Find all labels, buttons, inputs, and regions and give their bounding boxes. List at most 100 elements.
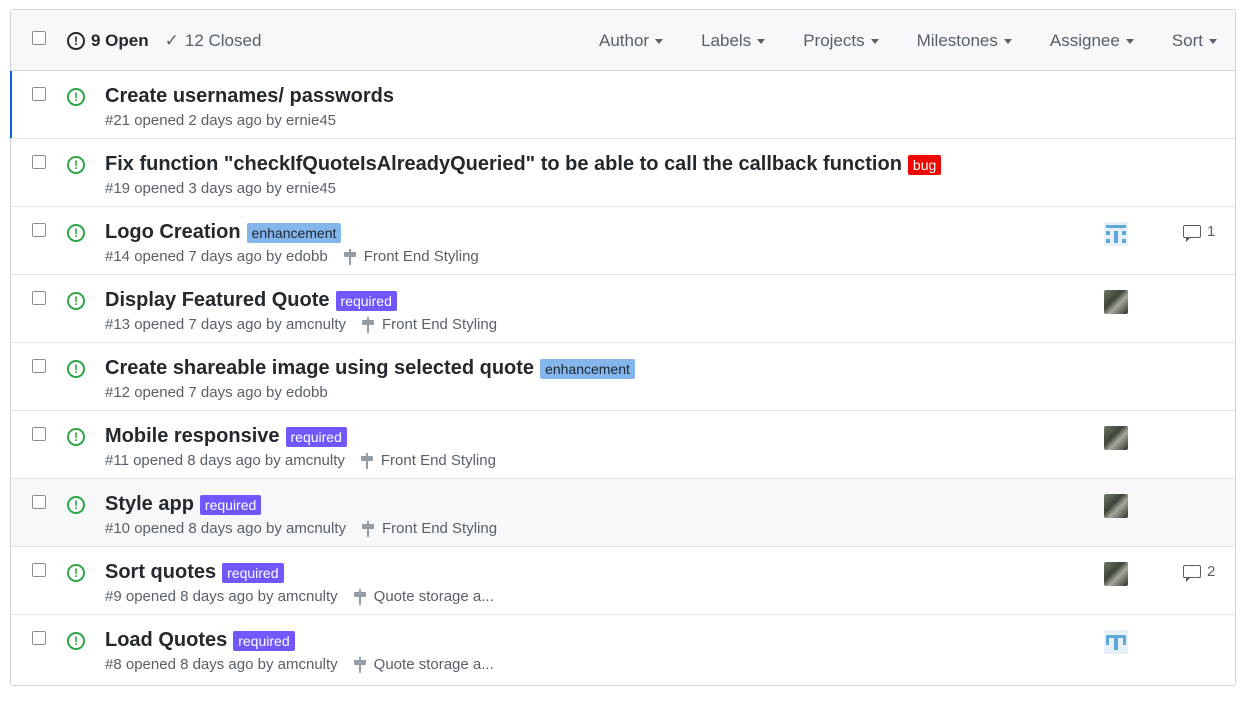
- comment-count: 2: [1207, 563, 1216, 580]
- assignee-filter[interactable]: Assignee: [1050, 31, 1134, 51]
- label-enhancement[interactable]: enhancement: [540, 358, 635, 379]
- milestone-icon: [353, 656, 366, 673]
- comments-link[interactable]: 1: [1183, 223, 1216, 242]
- caret-down-icon: [655, 38, 664, 44]
- caret-down-icon: [757, 38, 766, 44]
- milestone-label: Front End Styling: [382, 316, 498, 333]
- issue-checkbox[interactable]: [32, 495, 46, 509]
- issue-row[interactable]: ! Load Quotes required #8 opened 8 days …: [11, 615, 1235, 685]
- issue-row[interactable]: ! Display Featured Quote required #13 op…: [11, 275, 1235, 343]
- issue-row[interactable]: ! Mobile responsive required #11 opened …: [11, 411, 1235, 479]
- issue-title-link[interactable]: Create usernames/ passwords: [105, 85, 394, 108]
- issue-opened-icon: !: [67, 156, 85, 174]
- issue-row[interactable]: ! Sort quotes required #9 opened 8 days …: [11, 547, 1235, 615]
- issue-row[interactable]: ! Style app required #10 opened 8 days a…: [11, 479, 1235, 547]
- milestone-link[interactable]: Quote storage a...: [353, 656, 494, 673]
- milestone-link[interactable]: Front End Styling: [343, 248, 479, 265]
- issue-opened-icon: !: [67, 224, 85, 242]
- closed-issues-tab[interactable]: ✓ 12 Closed: [165, 31, 262, 51]
- check-icon: ✓: [164, 31, 179, 50]
- milestones-filter[interactable]: Milestones: [917, 31, 1012, 51]
- issue-checkbox[interactable]: [32, 359, 46, 373]
- issue-title-link[interactable]: Style app: [105, 493, 194, 516]
- label-enhancement[interactable]: enhancement: [246, 222, 342, 243]
- issue-title-link[interactable]: Load Quotes: [105, 629, 227, 652]
- milestone-link[interactable]: Front End Styling: [362, 316, 497, 333]
- assignee-avatar[interactable]: [1104, 630, 1128, 654]
- assignee-avatar[interactable]: [1104, 222, 1128, 246]
- issue-title-link[interactable]: Sort quotes: [105, 561, 216, 584]
- milestone-label: Quote storage a...: [373, 588, 494, 605]
- projects-filter[interactable]: Projects: [803, 31, 879, 51]
- issue-meta: #19 opened 3 days ago by ernie45: [105, 180, 337, 197]
- issue-title-link[interactable]: Fix function "checkIfQuoteIsAlreadyQueri…: [105, 153, 902, 176]
- labels-filter[interactable]: Labels: [701, 31, 766, 51]
- issue-title-link[interactable]: Logo Creation: [105, 221, 241, 244]
- assignee-avatar[interactable]: [1104, 290, 1128, 314]
- closed-count-label: 12 Closed: [184, 31, 262, 50]
- milestone-icon: [362, 316, 375, 333]
- milestone-link[interactable]: Front End Styling: [360, 452, 496, 469]
- milestone-icon: [343, 248, 356, 265]
- caret-down-icon: [870, 38, 879, 44]
- issue-opened-icon: !: [67, 88, 85, 106]
- issue-opened-icon: !: [67, 360, 85, 378]
- issue-opened-icon: !: [67, 564, 85, 582]
- assignee-avatar[interactable]: [1104, 562, 1128, 586]
- assignee-filter-label: Assignee: [1049, 31, 1120, 50]
- open-count-label: 9 Open: [91, 31, 149, 50]
- issues-header: ! 9 Open ✓ 12 Closed Author Labels Proje…: [11, 10, 1235, 71]
- assignee-avatar[interactable]: [1104, 494, 1128, 518]
- comment-icon: [1183, 225, 1201, 242]
- label-required[interactable]: required: [335, 290, 397, 311]
- label-required[interactable]: required: [199, 494, 262, 515]
- milestone-icon: [362, 520, 375, 537]
- assignee-avatar[interactable]: [1104, 426, 1128, 450]
- comments-link[interactable]: 2: [1183, 563, 1216, 582]
- issue-checkbox[interactable]: [32, 631, 46, 645]
- issue-checkbox[interactable]: [32, 155, 46, 169]
- milestone-link[interactable]: Quote storage a...: [353, 588, 494, 605]
- state-toggle: ! 9 Open ✓ 12 Closed: [67, 31, 277, 51]
- issues-list: ! 9 Open ✓ 12 Closed Author Labels Proje…: [10, 9, 1236, 686]
- projects-filter-label: Projects: [803, 31, 865, 50]
- sort-filter[interactable]: Sort: [1172, 31, 1217, 51]
- label-required[interactable]: required: [222, 562, 284, 583]
- issue-checkbox[interactable]: [32, 223, 46, 237]
- issue-opened-icon: !: [67, 32, 85, 50]
- milestone-icon: [360, 452, 373, 469]
- issue-title-link[interactable]: Mobile responsive: [105, 425, 280, 448]
- caret-down-icon: [1209, 38, 1217, 44]
- milestone-link[interactable]: Front End Styling: [362, 520, 497, 537]
- issue-row[interactable]: ! Create usernames/ passwords #21 opened…: [10, 71, 1235, 139]
- issue-title-link[interactable]: Display Featured Quote: [105, 289, 330, 312]
- issue-checkbox[interactable]: [32, 563, 46, 577]
- comment-count: 1: [1207, 223, 1216, 240]
- issue-row[interactable]: ! Fix function "checkIfQuoteIsAlreadyQue…: [11, 139, 1235, 207]
- author-filter[interactable]: Author: [599, 31, 664, 51]
- select-all-checkbox[interactable]: [32, 31, 46, 45]
- label-required[interactable]: required: [233, 630, 295, 651]
- issue-title-link[interactable]: Create shareable image using selected qu…: [105, 357, 534, 380]
- issue-row[interactable]: ! Create shareable image using selected …: [11, 343, 1235, 411]
- milestone-label: Front End Styling: [363, 248, 479, 265]
- issue-opened-icon: !: [67, 292, 85, 310]
- issue-meta: #14 opened 7 days ago by edobb: [105, 248, 328, 265]
- sort-filter-label: Sort: [1171, 31, 1203, 50]
- milestone-label: Quote storage a...: [373, 656, 494, 673]
- issue-meta: #11 opened 8 days ago by amcnulty: [105, 452, 345, 469]
- issue-checkbox[interactable]: [32, 291, 46, 305]
- issue-row[interactable]: ! Logo Creation enhancement #14 opened 7…: [11, 207, 1235, 275]
- label-bug[interactable]: bug: [907, 154, 942, 175]
- issue-checkbox[interactable]: [32, 427, 46, 441]
- filter-bar: Author Labels Projects Milestones Assign…: [561, 31, 1217, 51]
- issue-opened-icon: !: [67, 496, 85, 514]
- milestone-label: Front End Styling: [382, 520, 498, 537]
- milestone-label: Front End Styling: [380, 452, 496, 469]
- caret-down-icon: [1125, 38, 1134, 44]
- caret-down-icon: [1003, 38, 1012, 44]
- issue-checkbox[interactable]: [32, 87, 46, 101]
- label-required[interactable]: required: [285, 426, 347, 447]
- open-issues-tab[interactable]: ! 9 Open: [67, 31, 149, 51]
- issue-meta: #8 opened 8 days ago by amcnulty: [105, 656, 338, 673]
